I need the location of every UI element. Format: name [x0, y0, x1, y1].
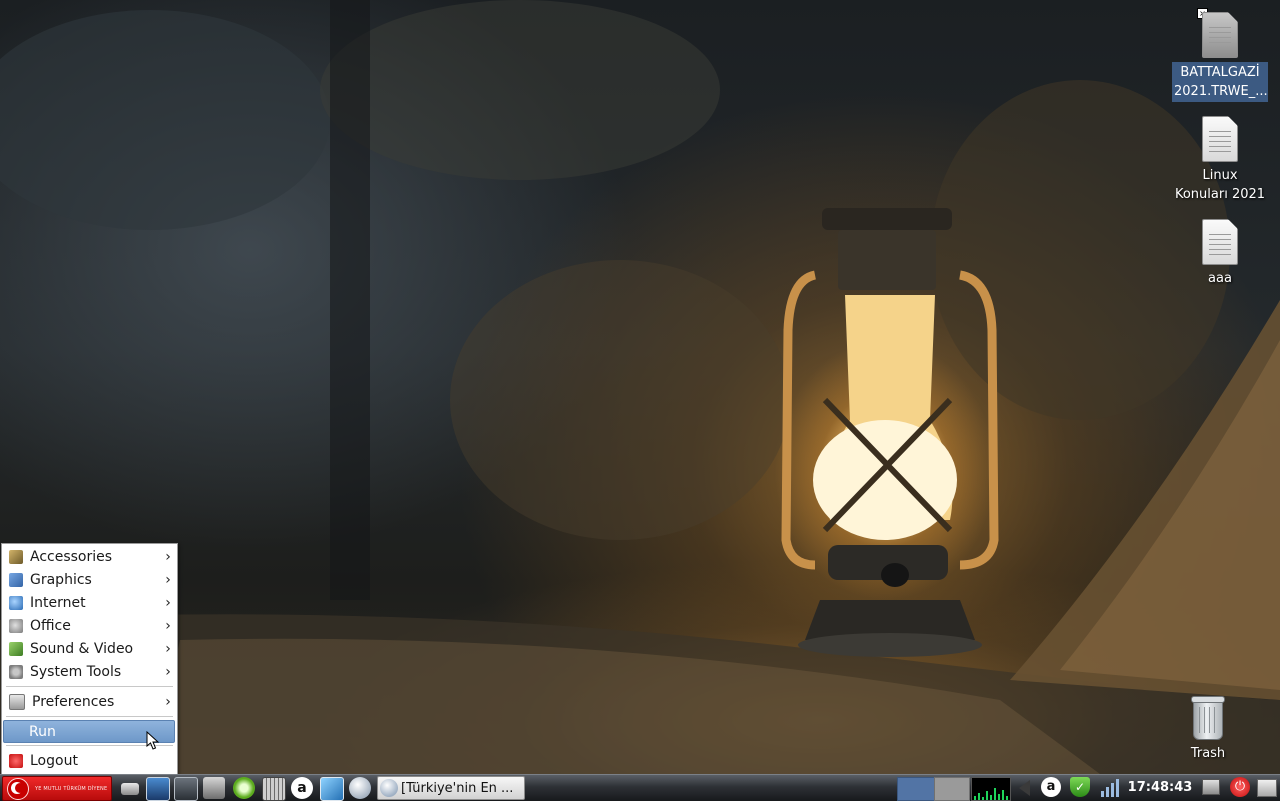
show-desktop-icon[interactable]: [121, 783, 139, 795]
computer-icon[interactable]: [1202, 779, 1220, 795]
desktop-file-label: aaa: [1208, 271, 1232, 286]
system-monitor-icon[interactable]: [146, 777, 170, 801]
chevron-right-icon: ›: [165, 641, 171, 657]
menu-item-accessories[interactable]: Accessories ›: [3, 546, 175, 568]
menu-item-sound-video[interactable]: Sound & Video ›: [3, 638, 175, 660]
accessories-icon: [9, 550, 23, 564]
terminal-screen-icon[interactable]: [174, 777, 198, 801]
menu-item-label: Preferences: [32, 694, 115, 710]
start-button-text: YE MUTLU TÜRKÜM DİYENE: [35, 785, 108, 792]
start-menu-button[interactable]: YE MUTLU TÜRKÜM DİYENE: [2, 776, 112, 801]
menu-item-system-tools[interactable]: System Tools ›: [3, 661, 175, 683]
calculator-icon[interactable]: [262, 777, 286, 801]
desktop-file-label: BATTALGAZİ 2021.TRWE_...: [1172, 62, 1268, 102]
menu-separator: [6, 716, 173, 717]
desktop-wallpaper: × BATTALGAZİ 2021.TRWE_... Linux Konular…: [0, 0, 1280, 774]
menu-item-graphics[interactable]: Graphics ›: [3, 569, 175, 591]
a-tray-icon[interactable]: a: [1041, 777, 1061, 797]
mouse-pointer-icon: [146, 731, 160, 750]
chevron-right-icon: ›: [165, 549, 171, 565]
workspace-2[interactable]: [934, 777, 970, 801]
workspace-1[interactable]: [897, 777, 935, 801]
menu-item-preferences[interactable]: Preferences ›: [3, 691, 175, 713]
lantern-wallpaper-image: [0, 0, 1280, 774]
taskbar-clock[interactable]: 17:48:43: [1124, 778, 1196, 798]
screenshot-camera-icon[interactable]: [203, 777, 225, 799]
window-list-icon[interactable]: [1257, 779, 1277, 797]
chevron-right-icon: ›: [165, 572, 171, 588]
menu-item-office[interactable]: Office ›: [3, 615, 175, 637]
menu-separator: [6, 686, 173, 687]
chevron-right-icon: ›: [165, 618, 171, 634]
volume-icon[interactable]: [1019, 780, 1030, 796]
desktop-file-label: Linux Konuları 2021: [1174, 168, 1266, 202]
taskbar-window-title: [Türkiye'nin En ...: [401, 780, 514, 796]
browser-window-icon: [380, 779, 398, 797]
internet-globe-icon: [9, 596, 23, 610]
graphics-icon: [9, 573, 23, 587]
turkish-flag-icon: [7, 777, 29, 800]
image-viewer-icon[interactable]: [320, 777, 344, 801]
lantern: [781, 208, 999, 657]
web-browser-icon[interactable]: [349, 777, 371, 799]
menu-item-label: Office: [30, 618, 71, 634]
sound-video-icon: [9, 642, 23, 656]
menu-item-label: Accessories: [30, 549, 113, 565]
preferences-icon: [9, 694, 25, 710]
network-signal-icon[interactable]: [1099, 777, 1119, 797]
menu-item-label: Internet: [30, 595, 86, 611]
menu-item-label: Logout: [30, 753, 78, 769]
menu-item-logout[interactable]: Logout: [3, 750, 175, 772]
desktop-trash[interactable]: Trash: [1160, 696, 1256, 763]
a-app-icon[interactable]: a: [291, 777, 313, 799]
trash-label: Trash: [1190, 746, 1226, 761]
office-icon: [9, 619, 23, 633]
document-icon: [1202, 219, 1238, 265]
document-icon: [1202, 116, 1238, 162]
taskbar: YE MUTLU TÜRKÜM DİYENE a [Türkiye'nin En…: [0, 774, 1280, 801]
green-app-icon[interactable]: [233, 777, 255, 799]
chevron-right-icon: ›: [165, 595, 171, 611]
menu-item-internet[interactable]: Internet ›: [3, 592, 175, 614]
logout-icon: [9, 754, 23, 768]
chevron-right-icon: ›: [165, 664, 171, 680]
desktop-file-battalgazi[interactable]: BATTALGAZİ 2021.TRWE_...: [1172, 12, 1268, 102]
system-tools-icon: [9, 665, 23, 679]
trash-icon: [1191, 696, 1225, 740]
desktop-file-linux-konulari[interactable]: Linux Konuları 2021: [1172, 116, 1268, 204]
desktop-file-aaa[interactable]: aaa: [1172, 219, 1268, 288]
taskbar-window-button[interactable]: [Türkiye'nin En ...: [377, 776, 525, 800]
chevron-right-icon: ›: [165, 694, 171, 710]
power-icon[interactable]: ⏻: [1230, 777, 1250, 797]
document-icon: [1202, 12, 1238, 58]
security-shield-icon[interactable]: ✓: [1070, 777, 1090, 797]
cpu-usage-graph[interactable]: [971, 777, 1011, 801]
menu-item-label: System Tools: [30, 664, 122, 680]
menu-item-label: Sound & Video: [30, 641, 134, 657]
menu-item-label: Graphics: [30, 572, 92, 588]
